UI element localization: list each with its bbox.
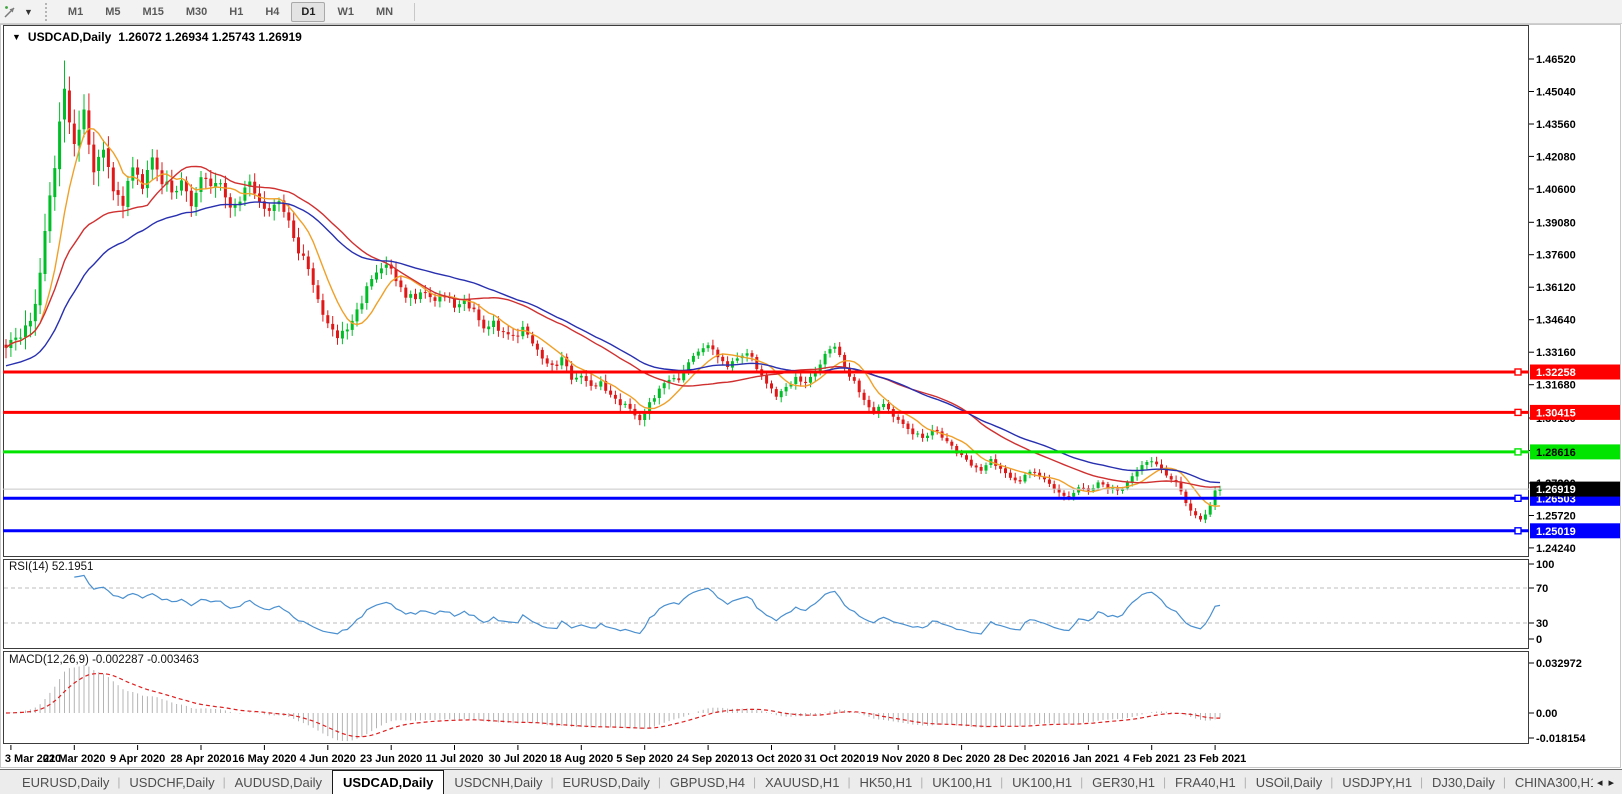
tab-audusd-daily[interactable]: AUDUSD,Daily: [225, 770, 332, 794]
svg-text:1.37600: 1.37600: [1536, 250, 1576, 262]
top-toolbar: ▼ M1M5M15M30H1H4D1W1MN: [0, 0, 1622, 24]
svg-text:1.39080: 1.39080: [1536, 217, 1576, 229]
svg-text:18 Aug 2020: 18 Aug 2020: [549, 753, 613, 765]
toolbar-grip[interactable]: [45, 3, 47, 21]
svg-text:70: 70: [1536, 583, 1548, 595]
svg-text:1.25720: 1.25720: [1536, 511, 1576, 523]
svg-text:100: 100: [1536, 559, 1554, 571]
rsi-indicator-label: RSI(14) 52.1951: [9, 561, 93, 573]
timeframe-button-h4[interactable]: H4: [255, 2, 289, 22]
timeframe-button-d1[interactable]: D1: [291, 2, 325, 22]
svg-text:1.40600: 1.40600: [1536, 184, 1576, 196]
svg-text:1.33160: 1.33160: [1536, 347, 1576, 359]
chart-title-dropdown-icon[interactable]: ▼: [12, 32, 21, 42]
timeframe-button-m30[interactable]: M30: [176, 2, 217, 22]
tab-gbpusd-h4[interactable]: GBPUSD,H4: [660, 770, 755, 794]
chart-title: ▼ USDCAD,Daily 1.26072 1.26934 1.25743 1…: [12, 30, 302, 44]
svg-text:0.00: 0.00: [1536, 708, 1557, 720]
svg-text:5 Sep 2020: 5 Sep 2020: [616, 753, 673, 765]
chart-ohlc-values: 1.26072 1.26934 1.25743 1.26919: [118, 30, 302, 44]
price-axis: 1.46520 1.45040 1.43560 1.42080 1.40600 1.390…: [1529, 54, 1576, 555]
tab-uk100-h1[interactable]: UK100,H1: [922, 770, 1002, 794]
timeframe-button-h1[interactable]: H1: [219, 2, 253, 22]
tab-hk50-h1[interactable]: HK50,H1: [849, 770, 922, 794]
tab-usdcnh-daily[interactable]: USDCNH,Daily: [444, 770, 552, 794]
svg-text:1.43560: 1.43560: [1536, 119, 1576, 131]
svg-text:16 Jan 2021: 16 Jan 2021: [1058, 753, 1120, 765]
timeframe-button-m15[interactable]: M15: [132, 2, 173, 22]
svg-text:16 May 2020: 16 May 2020: [232, 753, 296, 765]
chart-symbol-label: USDCAD,Daily: [28, 30, 111, 44]
tab-scroll-arrows: ◂ ▸: [1593, 770, 1622, 794]
tab-dj30-daily[interactable]: DJ30,Daily: [1422, 770, 1505, 794]
tab-fra40-h1[interactable]: FRA40,H1: [1165, 770, 1246, 794]
svg-text:1.32258: 1.32258: [1536, 367, 1576, 379]
timeframe-button-m5[interactable]: M5: [95, 2, 130, 22]
svg-text:1.36120: 1.36120: [1536, 282, 1576, 294]
tab-scroll-left-icon[interactable]: ◂: [1597, 776, 1603, 789]
svg-text:28 Apr 2020: 28 Apr 2020: [170, 753, 231, 765]
timeframe-button-mn[interactable]: MN: [366, 2, 403, 22]
svg-text:1.25019: 1.25019: [1536, 526, 1576, 538]
svg-text:1.42080: 1.42080: [1536, 151, 1576, 163]
symbol-tab-bar: EURUSD,DailyUSDCHF,DailyAUDUSD,DailyUSDC…: [0, 769, 1622, 794]
svg-text:1.46520: 1.46520: [1536, 54, 1576, 66]
svg-text:9 Apr 2020: 9 Apr 2020: [110, 753, 165, 765]
svg-text:-0.018154: -0.018154: [1536, 733, 1586, 745]
chart-canvas[interactable]: 1.46520 1.45040 1.43560 1.42080 1.40600 1.390…: [0, 24, 1622, 769]
toolbar-separator: [414, 3, 415, 21]
svg-text:31 Oct 2020: 31 Oct 2020: [804, 753, 865, 765]
svg-text:0: 0: [1536, 634, 1542, 646]
svg-text:21 Mar 2020: 21 Mar 2020: [43, 753, 105, 765]
tab-eurusd-daily[interactable]: EURUSD,Daily: [552, 770, 659, 794]
tab-ger30-h1[interactable]: GER30,H1: [1082, 770, 1165, 794]
svg-text:23 Feb 2021: 23 Feb 2021: [1184, 753, 1246, 765]
svg-text:19 Nov 2020: 19 Nov 2020: [866, 753, 930, 765]
date-axis: 3 Mar 202021 Mar 20209 Apr 202028 Apr 20…: [5, 745, 1246, 765]
timeframe-button-m1[interactable]: M1: [58, 2, 93, 22]
chart-pointer-icon[interactable]: [2, 3, 22, 21]
svg-text:1.31680: 1.31680: [1536, 380, 1576, 392]
svg-text:23 Jun 2020: 23 Jun 2020: [360, 753, 422, 765]
tab-scroll-right-icon[interactable]: ▸: [1608, 776, 1614, 789]
tab-usdcad-daily[interactable]: USDCAD,Daily: [332, 770, 444, 794]
svg-text:11 Jul 2020: 11 Jul 2020: [425, 753, 483, 765]
tab-china300-h1[interactable]: CHINA300,H1: [1505, 770, 1593, 794]
svg-text:4 Feb 2021: 4 Feb 2021: [1124, 753, 1180, 765]
tab-usoil-daily[interactable]: USOil,Daily: [1246, 770, 1332, 794]
svg-text:13 Oct 2020: 13 Oct 2020: [741, 753, 802, 765]
svg-text:0.032972: 0.032972: [1536, 658, 1582, 670]
svg-text:1.28616: 1.28616: [1536, 447, 1576, 459]
svg-text:1.26919: 1.26919: [1536, 484, 1576, 496]
chart-window: 1.46520 1.45040 1.43560 1.42080 1.40600 1.390…: [0, 24, 1622, 769]
macd-indicator-label: MACD(12,26,9) -0.002287 -0.003463: [9, 654, 199, 666]
tab-usdjpy-h1[interactable]: USDJPY,H1: [1332, 770, 1422, 794]
tab-xauusd-h1[interactable]: XAUUSD,H1: [755, 770, 849, 794]
tab-eurusd-daily[interactable]: EURUSD,Daily: [12, 770, 119, 794]
svg-text:24 Sep 2020: 24 Sep 2020: [677, 753, 740, 765]
svg-text:28 Dec 2020: 28 Dec 2020: [994, 753, 1057, 765]
svg-text:30 Jul 2020: 30 Jul 2020: [489, 753, 548, 765]
toolbar-dropdown-icon[interactable]: ▼: [24, 7, 33, 17]
svg-text:30: 30: [1536, 618, 1548, 630]
svg-text:1.30415: 1.30415: [1536, 407, 1576, 419]
svg-text:1.34640: 1.34640: [1536, 315, 1576, 327]
tab-usdchf-daily[interactable]: USDCHF,Daily: [119, 770, 224, 794]
pane-borders: [1, 25, 1621, 768]
svg-text:4 Jun 2020: 4 Jun 2020: [300, 753, 356, 765]
svg-text:1.45040: 1.45040: [1536, 87, 1576, 99]
svg-text:1.24240: 1.24240: [1536, 543, 1576, 555]
tab-uk100-h1[interactable]: UK100,H1: [1002, 770, 1082, 794]
svg-text:8 Dec 2020: 8 Dec 2020: [933, 753, 990, 765]
timeframe-button-w1[interactable]: W1: [327, 2, 364, 22]
